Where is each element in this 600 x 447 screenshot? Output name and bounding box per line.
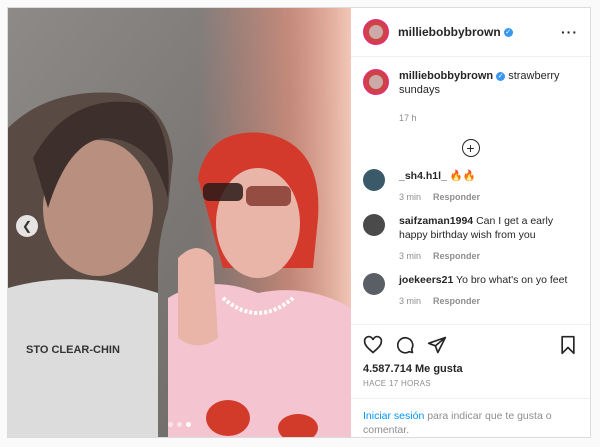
like-heart-icon[interactable] (363, 335, 383, 355)
comment-time[interactable]: 3 min (399, 294, 421, 308)
post-header: milliebobbybrown ✓ ··· (351, 8, 590, 57)
save-bookmark-icon[interactable] (558, 335, 578, 355)
post-caption: milliebobbybrown ✓ strawberry sundays 17 … (363, 69, 578, 125)
verified-badge-icon: ✓ (496, 71, 506, 81)
likes-number: 4.587.714 (363, 363, 412, 375)
reply-button[interactable]: Responder (433, 294, 480, 308)
caption-username[interactable]: milliebobbybrown (399, 70, 493, 82)
post-photo[interactable]: STO CLEAR-CHIN ❮ (8, 8, 351, 437)
carousel-dot (177, 422, 182, 427)
likes-count[interactable]: 4.587.714 Me gusta (363, 363, 578, 375)
comment: joekeers21 Yo bro what's on yo feet 3 mi… (363, 273, 578, 308)
likes-label: Me gusta (415, 363, 463, 375)
comment-username[interactable]: _sh4.h1l_ (399, 170, 447, 182)
comment-username[interactable]: saifzaman1994 (399, 215, 473, 227)
post-card: STO CLEAR-CHIN ❮ milliebobbybrown ✓ ··· (7, 7, 591, 438)
carousel-dot-active (186, 422, 191, 427)
comment-text: 🔥🔥 (449, 170, 476, 182)
comment-text: Yo bro what's on yo feet (456, 274, 568, 286)
commenter-avatar[interactable] (363, 214, 385, 236)
login-prompt: Iniciar sesión para indicar que te gusta… (351, 398, 590, 437)
load-more-comments-icon[interactable]: + (461, 139, 480, 157)
previous-photo-button[interactable]: ❮ (16, 215, 38, 237)
more-options-icon[interactable]: ··· (561, 24, 578, 40)
share-send-icon[interactable] (427, 335, 447, 355)
comment: saifzaman1994 Can I get a early happy bi… (363, 214, 578, 263)
author-avatar[interactable] (363, 19, 389, 45)
comment-bubble-icon[interactable] (395, 335, 415, 355)
shirt-text: STO CLEAR-CHIN (26, 344, 120, 356)
carousel-dot (168, 422, 173, 427)
comment-time[interactable]: 3 min (399, 190, 421, 204)
post-timestamp[interactable]: HACE 17 HORAS (363, 379, 578, 388)
reply-button[interactable]: Responder (433, 249, 480, 263)
comments-section: milliebobbybrown ✓ strawberry sundays 17 … (351, 57, 590, 324)
comment-username[interactable]: joekeers21 (399, 274, 453, 286)
verified-badge-icon: ✓ (503, 27, 513, 37)
photo-illustration: STO CLEAR-CHIN (8, 8, 351, 437)
login-link[interactable]: Iniciar sesión (363, 410, 424, 422)
reply-button[interactable]: Responder (433, 190, 480, 204)
comment: _sh4.h1l_ 🔥🔥 3 min Responder (363, 169, 578, 204)
caption-avatar[interactable] (363, 69, 389, 95)
post-actions: 4.587.714 Me gusta HACE 17 HORAS (351, 324, 590, 388)
carousel-indicator (8, 422, 351, 427)
author-username[interactable]: milliebobbybrown (398, 25, 501, 39)
commenter-avatar[interactable] (363, 273, 385, 295)
caption-time: 17 h (399, 113, 417, 123)
commenter-avatar[interactable] (363, 169, 385, 191)
post-sidebar: milliebobbybrown ✓ ··· milliebobbybrown ✓… (351, 8, 590, 437)
comment-time[interactable]: 3 min (399, 249, 421, 263)
